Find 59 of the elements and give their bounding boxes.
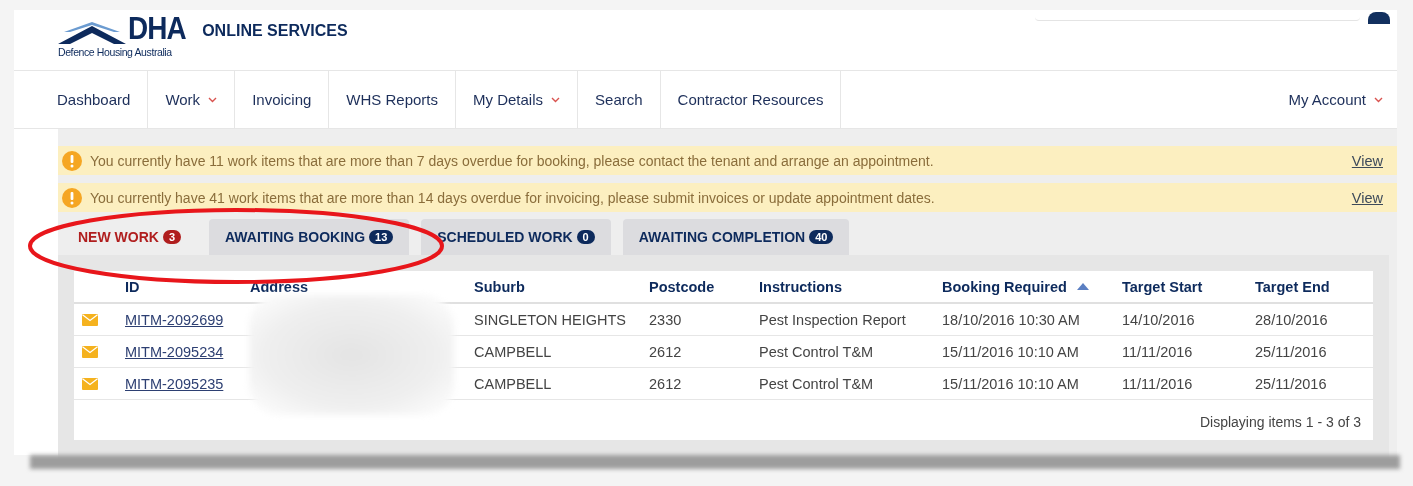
logo-subtitle: Defence Housing Australia	[58, 46, 173, 58]
work-item-link[interactable]: MITM-2092699	[125, 311, 250, 328]
sort-up-icon	[1076, 283, 1089, 290]
table-cell-text: 15/11/2016 10:10 AM	[942, 375, 1080, 392]
column-header[interactable]: Target End	[1255, 278, 1373, 295]
work-item-link[interactable]: MITM-2095234	[125, 343, 250, 360]
table-cell-text: 28/10/2016	[1255, 311, 1329, 328]
envelope-icon	[82, 377, 98, 390]
nav-item[interactable]: Contractor Resources	[660, 71, 842, 128]
table-cell-text: 14/10/2016	[1122, 311, 1196, 328]
tab[interactable]: AWAITING COMPLETION 40	[622, 219, 850, 255]
table-cell-text: CAMPBELL	[474, 375, 553, 392]
nav-item[interactable]: WHS Reports	[329, 71, 456, 128]
envelope-icon	[82, 313, 98, 326]
table-cell-text: CAMPBELL	[474, 343, 553, 360]
pagination-info: Displaying items 1 - 3 of 3	[1199, 414, 1361, 430]
nav-item[interactable]: Invoicing	[235, 71, 330, 128]
search-button[interactable]	[1368, 12, 1390, 24]
column-header[interactable]: Booking Required	[942, 278, 1122, 295]
nav-item[interactable]: My Details	[456, 71, 579, 128]
work-item-link[interactable]: MITM-2095235	[125, 375, 250, 392]
table-cell-text: 2330	[649, 311, 683, 328]
view-link[interactable]: View	[1351, 189, 1383, 206]
table-cell-text: 18/10/2016 10:30 AM	[942, 311, 1081, 328]
table-cell-text: Pest Inspection Report	[759, 311, 907, 328]
alert-message: You currently have 41 work items that are more than 14 days overdue for invoicing, please submit invoices or update appointment dates.	[90, 189, 936, 206]
tab[interactable]: SCHEDULED WORK 0	[421, 219, 611, 255]
roof-logo-icon	[58, 22, 126, 44]
table-cell-text: Pest Control T&M	[759, 343, 875, 360]
warning-icon	[62, 150, 82, 171]
nav-item[interactable]: Search	[578, 71, 661, 128]
view-link[interactable]: View	[1351, 152, 1383, 169]
table-cell-text: Pest Control T&M	[759, 375, 875, 392]
column-header[interactable]: Instructions	[759, 278, 942, 295]
table-cell-text: SINGLETON HEIGHTS	[474, 311, 627, 328]
site-title: ONLINE SERVICES	[202, 22, 348, 40]
column-header[interactable]: ID	[125, 278, 250, 295]
table-cell-text: 11/11/2016	[1122, 343, 1194, 360]
column-header[interactable]: Suburb	[474, 278, 649, 295]
caret-icon	[208, 96, 218, 103]
column-header[interactable]: Target Start	[1122, 278, 1255, 295]
nav-item[interactable]: Dashboard	[40, 71, 149, 128]
caret-icon	[1374, 96, 1383, 103]
column-header[interactable]: Postcode	[649, 278, 759, 295]
warning-icon	[62, 187, 82, 208]
logo-text: DHA	[128, 14, 186, 44]
column-header[interactable]: Address	[250, 278, 474, 295]
table-cell-text: 15/11/2016 10:10 AM	[942, 343, 1080, 360]
table-cell-text: 25/11/2016	[1255, 375, 1328, 392]
account-menu[interactable]: My Account	[1271, 71, 1397, 128]
table-cell-text: 2612	[649, 375, 683, 392]
table-cell-text: 11/11/2016	[1122, 375, 1194, 392]
table-cell-text: 25/11/2016	[1255, 343, 1328, 360]
caret-icon	[551, 96, 561, 103]
table-cell-text: 2612	[649, 343, 683, 360]
alert-message: You currently have 11 work items that are more than 7 days overdue for booking, please contact the tenant and arrange an appointment.	[90, 152, 935, 169]
envelope-icon	[82, 345, 98, 358]
tab[interactable]: AWAITING BOOKING 13	[209, 219, 410, 255]
nav-item[interactable]: Work	[148, 71, 236, 128]
